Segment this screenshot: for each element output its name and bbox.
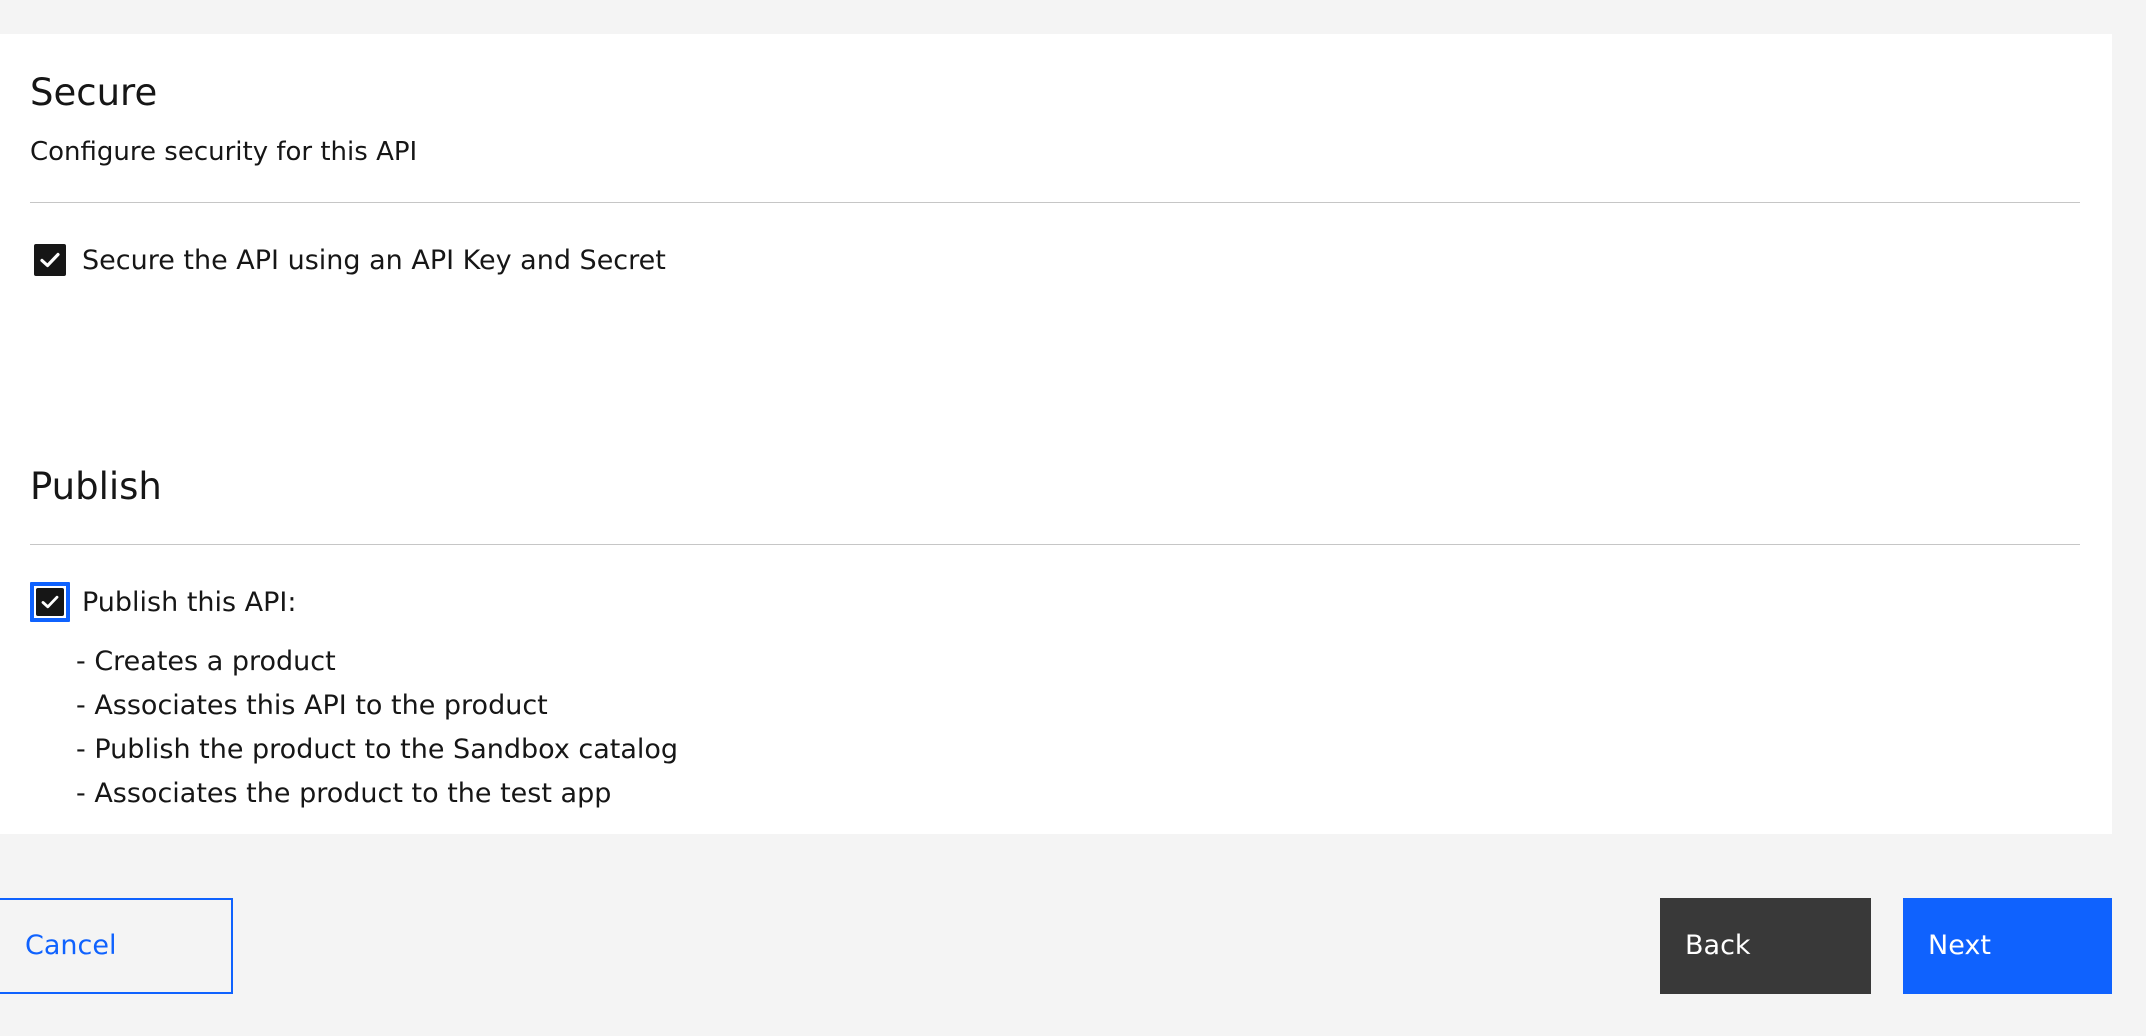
publish-details-list: - Creates a product - Associates this AP… [76,640,678,816]
publish-api-checkbox-row[interactable]: Publish this API: [30,582,296,622]
back-button[interactable]: Back [1660,898,1871,994]
publish-section-title: Publish [30,465,162,508]
secure-api-key-checkbox-label: Secure the API using an API Key and Secr… [82,244,666,276]
secure-section-title: Secure [30,71,158,114]
checkbox-checked-box [34,244,66,276]
secure-api-key-checkbox[interactable] [30,240,70,280]
form-panel: Secure Configure security for this API S… [0,34,2112,834]
cancel-button[interactable]: Cancel [0,898,233,994]
publish-divider [30,544,2080,545]
secure-api-key-checkbox-row[interactable]: Secure the API using an API Key and Secr… [30,240,666,280]
checkmark-icon [41,595,59,609]
list-item: - Associates the product to the test app [76,778,612,809]
checkmark-icon [40,252,60,268]
list-item: - Creates a product [76,646,336,677]
publish-api-checkbox[interactable] [30,582,70,622]
list-item: - Publish the product to the Sandbox cat… [76,734,679,765]
publish-api-checkbox-label: Publish this API: [82,586,297,618]
secure-section-description: Configure security for this API [30,137,418,167]
next-button[interactable]: Next [1903,898,2112,994]
secure-divider [30,202,2080,203]
list-item: - Associates this API to the product [76,690,548,721]
checkbox-checked-box [36,588,64,616]
